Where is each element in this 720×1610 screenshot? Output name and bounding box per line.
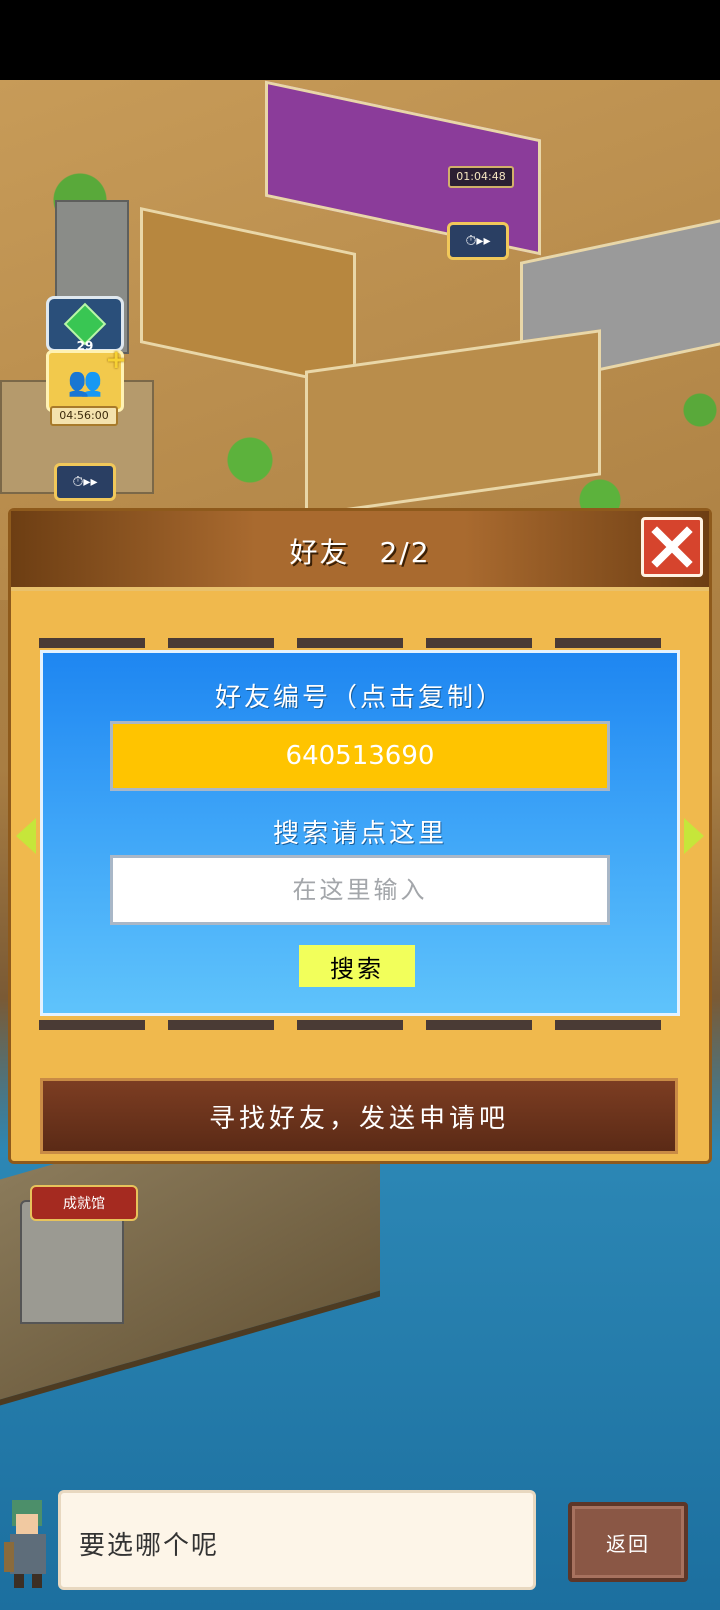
friend-id-label: 好友编号（点击复制） [214, 683, 505, 713]
friends-icon: 👥 [67, 364, 103, 398]
advisor-message: 要选哪个呢 [79, 1531, 220, 1561]
next-page-arrow-icon[interactable] [684, 818, 704, 854]
friends-button[interactable]: 👥 + [46, 345, 127, 412]
previous-page-arrow-icon[interactable] [16, 818, 36, 854]
friend-id-copy-button[interactable]: 640513690 [110, 721, 610, 791]
advisor-avatar [0, 1492, 56, 1592]
plus-icon: + [105, 345, 127, 375]
panel-top-ticks [28, 638, 672, 648]
dialog-title: 好友 2/2 [11, 531, 709, 571]
gem-counter[interactable]: 29 [46, 296, 124, 353]
search-button[interactable]: 搜索 [299, 945, 415, 987]
museum-sign[interactable]: 成就馆 [30, 1185, 138, 1221]
dialog-title-text: 好友 [289, 536, 350, 569]
clock-fast-forward-icon: ⏱▸▸ [72, 474, 98, 490]
close-button[interactable] [641, 517, 703, 577]
friend-count: 2/2 [379, 536, 431, 569]
search-input[interactable] [110, 855, 610, 925]
clock-fast-forward-icon: ⏱▸▸ [465, 233, 491, 249]
fast-forward-button[interactable]: ⏱▸▸ [54, 463, 116, 501]
dialog-header: 好友 2/2 [11, 511, 709, 591]
friend-search-panel: 好友编号（点击复制） 640513690 搜索请点这里 搜索 [40, 650, 680, 1016]
search-label: 搜索请点这里 [272, 819, 447, 849]
close-icon [651, 526, 693, 568]
advisor-message-box: 要选哪个呢 [58, 1490, 536, 1590]
event-timer: 04:56:00 [50, 406, 118, 426]
find-friends-banner: 寻找好友，发送申请吧 [40, 1078, 678, 1154]
room-timer: 01:04:48 [448, 166, 514, 188]
status-bar [0, 0, 720, 80]
room-fast-forward-button[interactable]: ⏱▸▸ [447, 222, 509, 260]
back-button[interactable]: 返回 [568, 1502, 688, 1582]
panel-bottom-ticks [28, 1020, 672, 1030]
